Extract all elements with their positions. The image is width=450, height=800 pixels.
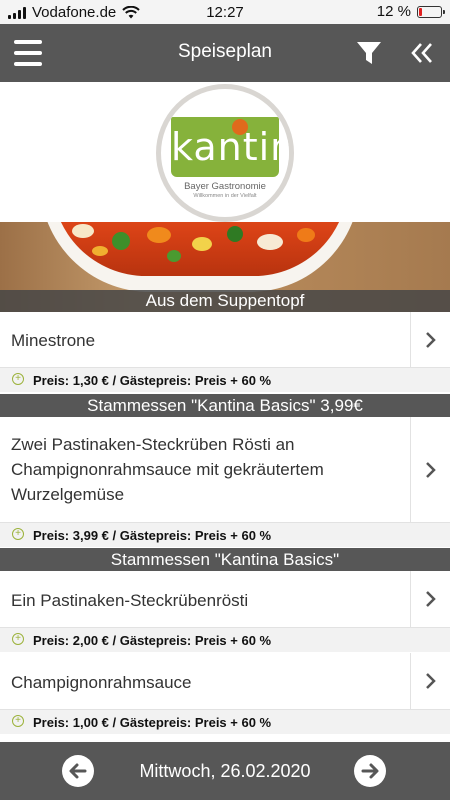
kantina-logo: kantina Bayer Gastronomie Willkommen in … [156, 84, 294, 222]
page-title: Speiseplan [177, 41, 273, 62]
double-chevron-left-icon[interactable] [410, 42, 434, 64]
add-circle-icon[interactable]: + [12, 715, 24, 727]
status-bar: Vodafone.de 12:27 12 % [0, 0, 450, 24]
chevron-right-icon[interactable] [410, 653, 450, 709]
menu-item-name: Zwei Pastinaken-Steckrüben Rösti an Cham… [11, 435, 324, 504]
price-row: + Preis: 3,99 € / Gästepreis: Preis + 60… [0, 523, 450, 547]
menu-item-row[interactable]: Zwei Pastinaken-Steckrüben Rösti an Cham… [0, 417, 450, 523]
price-text: Preis: 1,30 € / Gästepreis: Preis + 60 % [33, 373, 272, 388]
chevron-right-icon[interactable] [410, 417, 450, 522]
filter-icon[interactable] [356, 40, 382, 66]
battery-icon [417, 5, 445, 18]
price-row: + Preis: 2,00 € / Gästepreis: Preis + 60… [0, 628, 450, 652]
menu-item-name: Champignonrahmsauce [11, 673, 192, 692]
battery-level [419, 7, 422, 16]
soup-banner: Aus dem Suppentopf [0, 222, 450, 312]
app-screen: Vodafone.de 12:27 12 % Speiseplan kantin… [0, 0, 450, 800]
add-circle-icon[interactable]: + [12, 633, 24, 645]
logo-subtitle: Bayer Gastronomie [184, 181, 266, 192]
date-footer: Mittwoch, 26.02.2020 [0, 742, 450, 800]
arrow-right-icon[interactable] [354, 755, 386, 787]
group-header: Stammessen "Kantina Basics" 3,99€ [0, 394, 450, 417]
price-row: + Preis: 1,00 € / Gästepreis: Preis + 60… [0, 710, 450, 734]
price-text: Preis: 1,00 € / Gästepreis: Preis + 60 % [33, 715, 272, 730]
menu-item-name: Minestrone [11, 331, 96, 350]
logo-tagline: Willkommen in der Vielfalt [193, 193, 257, 199]
price-text: Preis: 3,99 € / Gästepreis: Preis + 60 % [33, 528, 272, 543]
menu-item-row[interactable]: Ein Pastinaken-Steckrübenrösti [0, 571, 450, 628]
chevron-right-icon[interactable] [410, 312, 450, 367]
price-text: Preis: 2,00 € / Gästepreis: Preis + 60 % [33, 633, 272, 648]
logo-area: kantina Bayer Gastronomie Willkommen in … [0, 82, 450, 222]
chevron-right-icon[interactable] [410, 571, 450, 627]
add-circle-icon[interactable]: + [12, 528, 24, 540]
group-header: Stammessen "Kantina Basics" [0, 548, 450, 571]
price-row: + Preis: 1,30 € / Gästepreis: Preis + 60… [0, 368, 450, 392]
menu-item-row[interactable]: Minestrone [0, 312, 450, 368]
battery-percent: 12 % [376, 3, 411, 20]
battery-info: 12 % [376, 3, 445, 20]
section-title: Aus dem Suppentopf [0, 290, 450, 312]
menu-item-name: Ein Pastinaken-Steckrübenrösti [11, 591, 249, 610]
menu-item-row[interactable]: Champignonrahmsauce [0, 653, 450, 710]
add-circle-icon[interactable]: + [12, 373, 24, 385]
logo-wordmark: kantina [171, 125, 294, 169]
app-header: Speiseplan [0, 24, 450, 82]
